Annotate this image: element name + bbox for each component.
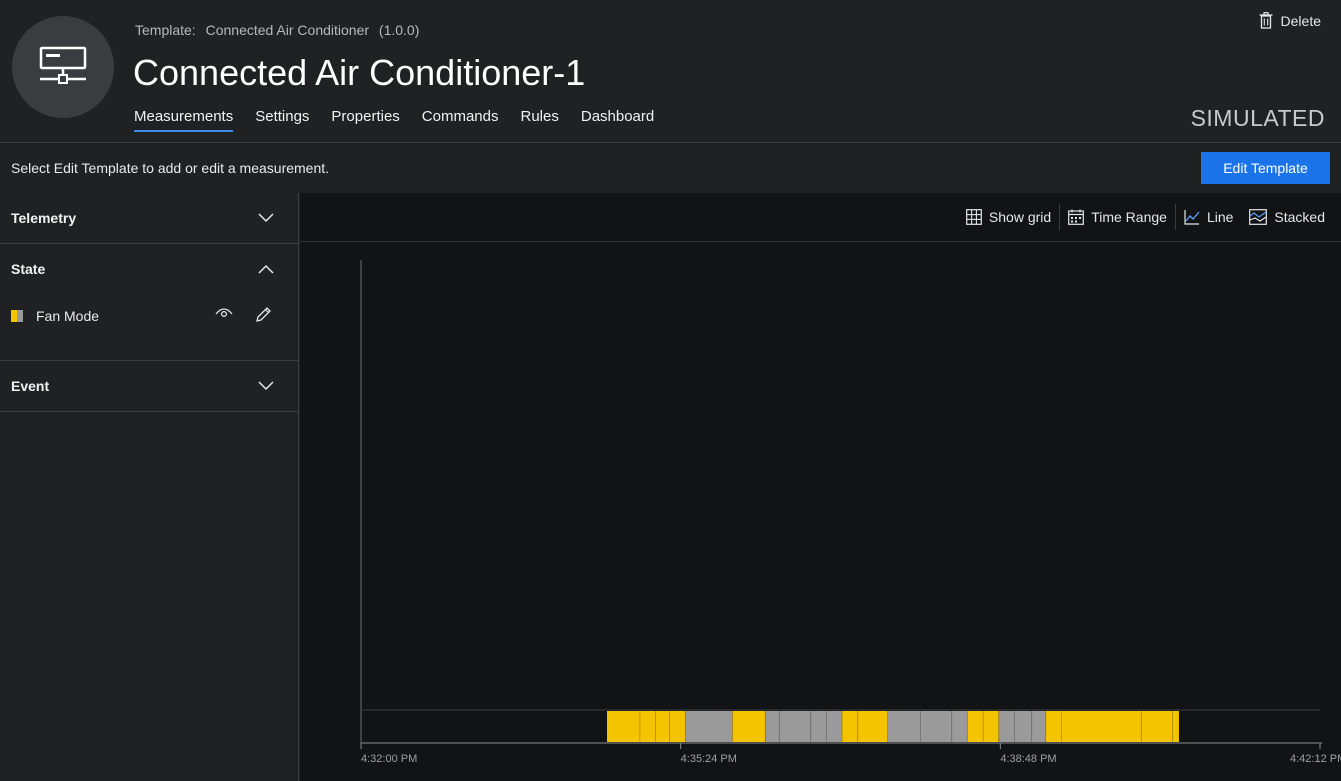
template-label: Template: [135,22,196,38]
line-label: Line [1206,209,1234,225]
state-segment [998,711,1015,742]
tab-commands[interactable]: Commands [422,108,499,132]
template-version: (1.0.0) [378,22,420,38]
x-tick-label: 4:35:24 PM [681,753,737,765]
monitor-network-icon [39,46,87,84]
pencil-icon[interactable] [255,306,272,323]
tab-bar: Measurements Settings Properties Command… [134,108,676,132]
state-segment [639,711,656,742]
chart-pane: Show grid Time Range Line Stacked 4:32:0… [300,193,1341,781]
device-header: Template: Connected Air Conditioner (1.0… [0,0,1341,143]
state-segment [810,711,827,742]
stacked-chart-button[interactable]: Stacked [1241,209,1333,225]
state-segment [607,711,640,742]
eye-icon[interactable] [215,306,233,318]
state-segment [826,711,843,742]
state-segment [887,711,921,742]
state-segment [920,711,952,742]
state-segment [1061,711,1142,742]
chart-toolbar: Show grid Time Range Line Stacked [300,193,1341,242]
line-chart-button[interactable]: Line [1176,209,1241,225]
x-tick-label: 4:32:00 PM [361,753,417,765]
device-avatar [12,16,114,118]
info-bar: Select Edit Template to add or edit a me… [0,144,1341,193]
x-tick-label: 4:38:48 PM [1000,753,1056,765]
event-title: Event [11,378,50,394]
stacked-chart-icon [1249,209,1268,225]
tab-dashboard[interactable]: Dashboard [581,108,654,132]
state-segment [732,711,766,742]
telemetry-title: Telemetry [11,210,77,226]
event-header[interactable]: Event [0,361,298,411]
list-item: Fan Mode [0,294,298,360]
state-segment [1045,711,1062,742]
trash-icon [1259,12,1273,29]
template-name[interactable]: Connected Air Conditioner [206,22,369,38]
state-segment [1031,711,1046,742]
x-tick-label: 4:42:12 PM [1290,753,1341,765]
tab-measurements[interactable]: Measurements [134,108,234,132]
state-segment [857,711,888,742]
telemetry-section: Telemetry [0,193,298,244]
event-section: Event [0,361,298,412]
state-segment [983,711,999,742]
ticks-layer: 4:32:00 PM 4:35:24 PM 4:38:48 PM 4:42:12 PM [360,743,1341,765]
tab-properties[interactable]: Properties [331,108,399,132]
state-segment [1172,711,1179,742]
measurements-sidebar: Telemetry State Fan Mode Event [0,193,299,781]
state-segment [765,711,780,742]
tab-rules[interactable]: Rules [521,108,559,132]
telemetry-header[interactable]: Telemetry [0,193,298,243]
simulated-badge: SIMULATED [1190,105,1325,131]
chevron-up-icon [258,264,274,274]
delete-label: Delete [1280,12,1321,29]
grid-icon [966,209,982,225]
state-color-swatch [11,310,23,322]
page-title: Connected Air Conditioner-1 [133,52,586,93]
state-segment [951,711,968,742]
state-item-label: Fan Mode [36,308,100,324]
state-segment [779,711,811,742]
show-grid-button[interactable]: Show grid [958,209,1059,225]
state-segment [669,711,686,742]
edit-template-button[interactable]: Edit Template [1201,152,1330,184]
delete-button[interactable]: Delete [1259,12,1321,29]
template-info: Template: Connected Air Conditioner (1.0… [135,22,425,38]
line-chart-icon [1184,210,1200,225]
time-range-button[interactable]: Time Range [1060,209,1175,225]
state-item-actions [215,306,272,323]
chevron-down-icon [258,381,274,391]
time-range-label: Time Range [1091,209,1167,225]
calendar-icon [1068,209,1085,225]
chevron-down-icon [258,213,274,223]
state-segment [655,711,670,742]
tab-settings[interactable]: Settings [255,108,309,132]
state-segment [967,711,984,742]
state-timeline-chart: 4:32:00 PM 4:35:24 PM 4:38:48 PM 4:42:12 PM [360,260,1341,765]
state-segment [685,711,733,742]
stacked-label: Stacked [1274,209,1325,225]
show-grid-label: Show grid [988,209,1052,225]
state-section: State Fan Mode [0,244,298,361]
state-header[interactable]: State [0,244,298,294]
segments-layer [607,711,1179,742]
state-segment [1141,711,1173,742]
state-segment [842,711,858,742]
state-segment [1014,711,1032,742]
info-message: Select Edit Template to add or edit a me… [11,160,330,176]
state-title: State [11,261,46,277]
